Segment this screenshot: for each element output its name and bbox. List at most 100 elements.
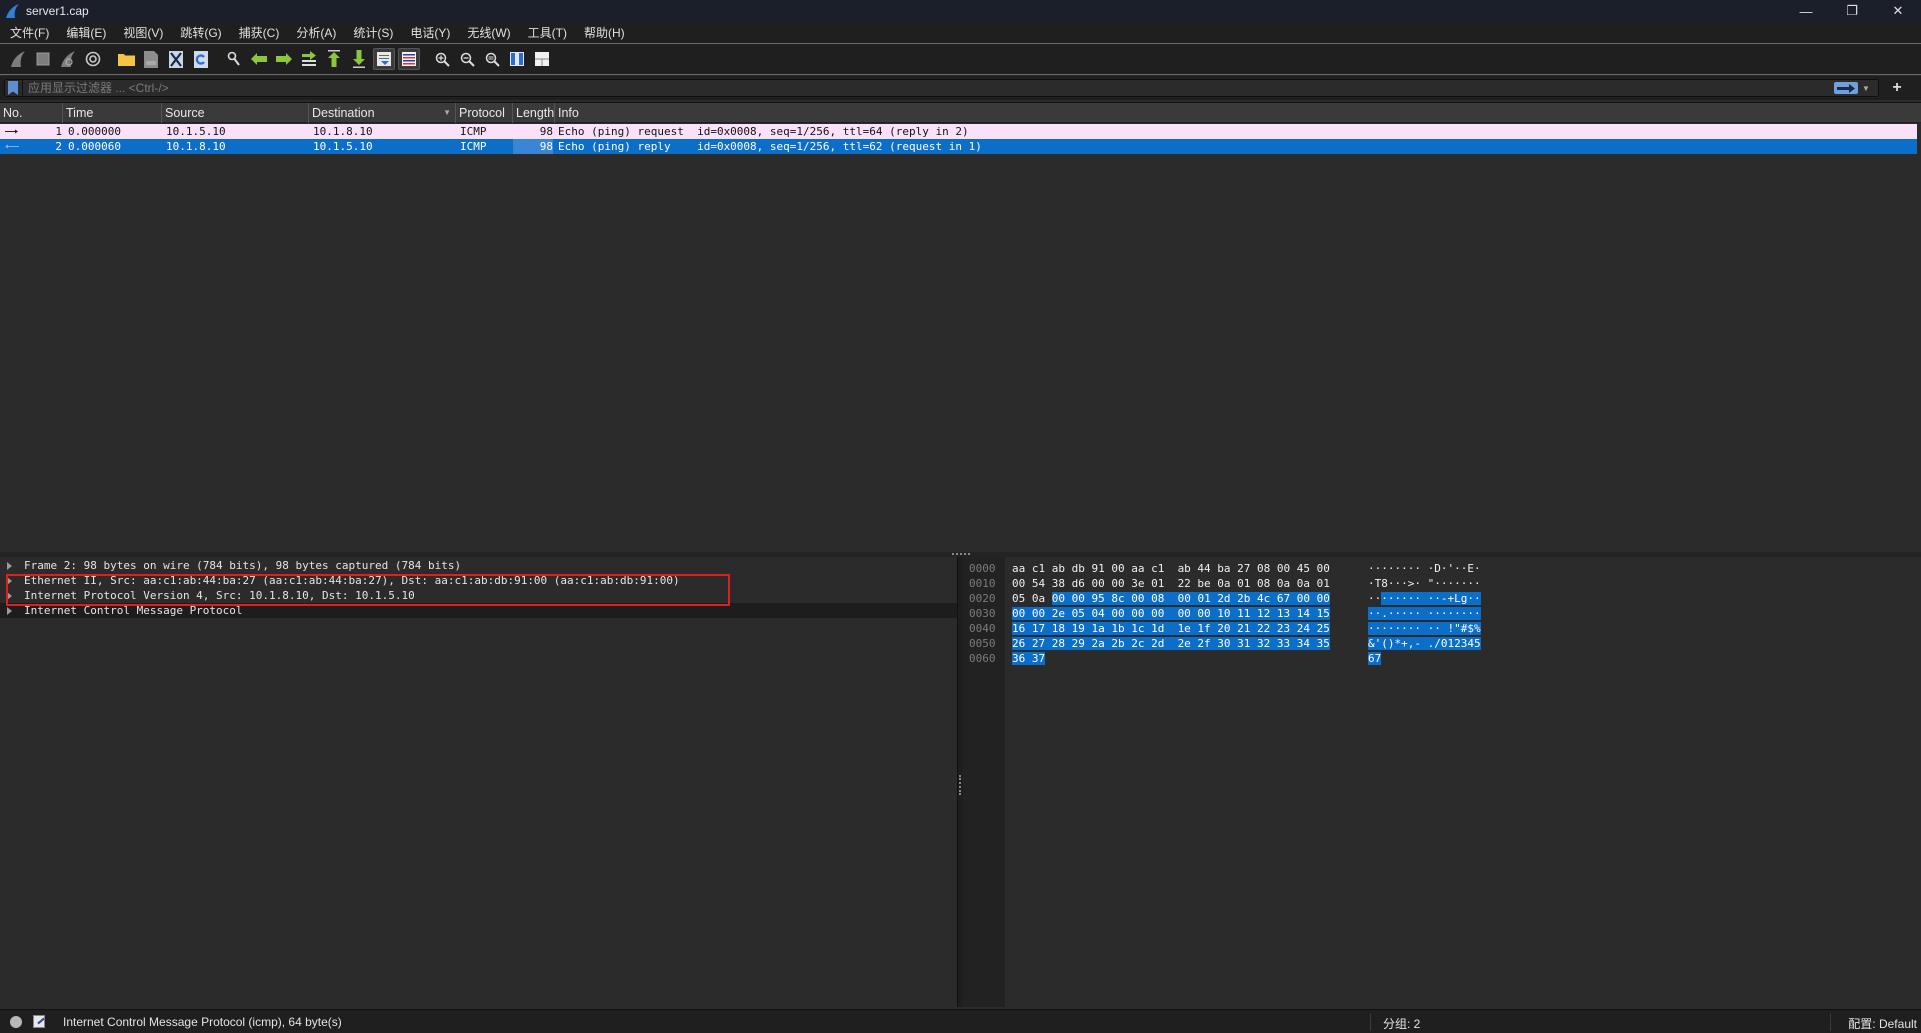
- request-direction-icon: [4, 124, 24, 139]
- hex-line[interactable]: 36 37: [1012, 651, 1046, 666]
- column-header-no[interactable]: No.: [0, 103, 63, 123]
- packet-info: Echo (ping) request id=0x0008, seq=1/256…: [558, 125, 969, 138]
- ascii-line[interactable]: ··.····· ········: [1368, 606, 1481, 621]
- byte-offset: 0060: [969, 652, 996, 665]
- hex-line[interactable]: 00 54 38 d6 00 00 3e 01 22 be 0a 01 08 0…: [1012, 576, 1330, 591]
- hex-bytes-highlighted: 26 27 28 29 2a 2b 2c 2d 2e 2f 30 31 32 3…: [1012, 637, 1330, 650]
- close-icon: ✕: [1892, 3, 1904, 18]
- capture-comment-icon[interactable]: [33, 1015, 45, 1028]
- reload-file-button[interactable]: [190, 48, 212, 70]
- stop-capture-button[interactable]: [32, 48, 54, 70]
- menu-telephony[interactable]: 电话(Y): [404, 24, 456, 41]
- title-bar: server1.cap — ❐ ✕: [0, 0, 1921, 22]
- zoom-normal-button[interactable]: [481, 48, 503, 70]
- menu-capture[interactable]: 捕获(C): [233, 24, 286, 41]
- hex-line[interactable]: aa c1 ab db 91 00 aa c1 ab 44 ba 27 08 0…: [1012, 561, 1330, 576]
- column-header-source[interactable]: Source: [162, 103, 309, 123]
- hex-line[interactable]: 26 27 28 29 2a 2b 2c 2d 2e 2f 30 31 32 3…: [1012, 636, 1330, 651]
- ascii-line[interactable]: ·T8···>· "·······: [1368, 576, 1481, 591]
- ascii-line[interactable]: 67: [1368, 651, 1382, 666]
- filter-bookmark-icon[interactable]: [8, 81, 18, 95]
- ascii-bytes-highlighted: 67: [1368, 652, 1382, 665]
- minimize-button[interactable]: —: [1783, 0, 1829, 22]
- packet-no: 1: [55, 125, 62, 138]
- hex-bytes-highlighted: 00 00 2e 05 04 00 00 00 00 00 10 11 12 1…: [1012, 607, 1330, 620]
- column-header-length[interactable]: Length: [513, 103, 555, 123]
- save-file-button[interactable]: [140, 48, 162, 70]
- hex-line[interactable]: 00 00 2e 05 04 00 00 00 00 00 10 11 12 1…: [1012, 606, 1330, 621]
- status-bar: Internet Control Message Protocol (icmp)…: [0, 1009, 1921, 1033]
- column-header-info[interactable]: Info: [555, 103, 1917, 123]
- ascii-line[interactable]: ········ ··-+Lg··: [1368, 591, 1481, 606]
- highlight-annotation-box: [6, 574, 730, 606]
- ascii-line[interactable]: ········ ·D·'··E·: [1368, 561, 1481, 576]
- go-forward-icon: [276, 53, 292, 65]
- close-button[interactable]: ✕: [1875, 0, 1921, 22]
- expert-info-led-icon[interactable]: [10, 1016, 22, 1028]
- go-last-icon: [353, 50, 365, 68]
- open-file-button[interactable]: [115, 48, 137, 70]
- menu-go[interactable]: 跳转(G): [174, 24, 227, 41]
- menu-statistics[interactable]: 统计(S): [347, 24, 399, 41]
- zoom-in-button[interactable]: [431, 48, 453, 70]
- ascii-line[interactable]: ········ ·· !"#$%: [1368, 621, 1481, 636]
- menu-file[interactable]: 文件(F): [4, 24, 55, 41]
- go-back-icon: [251, 53, 267, 65]
- hex-line[interactable]: 16 17 18 19 1a 1b 1c 1d 1e 1f 20 21 22 2…: [1012, 621, 1330, 636]
- filter-history-dropdown-icon[interactable]: ▼: [1862, 84, 1872, 93]
- hex-bytes: aa c1 ab db 91 00 aa c1 ab 44 ba 27 08 0…: [1012, 562, 1330, 575]
- find-packet-button[interactable]: [223, 48, 245, 70]
- restore-button[interactable]: ❐: [1829, 0, 1875, 22]
- autoscroll-icon: [377, 52, 391, 66]
- find-packet-icon: [227, 51, 240, 66]
- menu-edit[interactable]: 编辑(E): [60, 24, 112, 41]
- menu-tools[interactable]: 工具(T): [522, 24, 573, 41]
- menu-analyze[interactable]: 分析(A): [290, 24, 342, 41]
- display-filter-input[interactable]: [28, 81, 1834, 95]
- column-header-protocol[interactable]: Protocol: [456, 103, 513, 123]
- resize-columns-button[interactable]: [506, 48, 528, 70]
- capture-options-button[interactable]: [82, 48, 104, 70]
- status-packet-count: 分组: 2: [1383, 1017, 1421, 1031]
- packet-row-selected[interactable]: 2 0.000060 10.1.8.10 10.1.5.10 ICMP 98 E…: [0, 139, 1917, 154]
- byte-offset: 0040: [969, 622, 996, 635]
- colorize-button[interactable]: [398, 48, 420, 70]
- go-forward-button[interactable]: [273, 48, 295, 70]
- close-file-button[interactable]: [165, 48, 187, 70]
- hex-line[interactable]: 05 0a 00 00 95 8c 00 08 00 01 2d 2b 4c 6…: [1012, 591, 1330, 606]
- byte-offset: 0030: [969, 607, 996, 620]
- expand-arrow-icon[interactable]: [7, 562, 12, 570]
- autoscroll-button[interactable]: [373, 48, 395, 70]
- layout-button[interactable]: [531, 48, 553, 70]
- zoom-out-icon: [460, 52, 475, 67]
- arrow-right-icon: [1837, 83, 1855, 93]
- status-profile[interactable]: 配置: Default: [1848, 1015, 1917, 1032]
- restart-capture-button[interactable]: [57, 48, 79, 70]
- zoom-out-button[interactable]: [456, 48, 478, 70]
- packet-length: 98: [513, 139, 553, 154]
- ascii-line[interactable]: &'()*+,- ./012345: [1368, 636, 1481, 651]
- byte-offset: 0020: [969, 592, 996, 605]
- packet-no: 2: [55, 140, 62, 153]
- column-header-time[interactable]: Time: [63, 103, 162, 123]
- go-last-button[interactable]: [348, 48, 370, 70]
- go-to-packet-button[interactable]: [298, 48, 320, 70]
- display-filter-bar: ▼ +: [0, 76, 1921, 100]
- close-file-icon: [169, 50, 183, 68]
- menu-view[interactable]: 视图(V): [117, 24, 169, 41]
- packet-source: 10.1.8.10: [166, 140, 226, 153]
- start-capture-button[interactable]: [7, 48, 29, 70]
- go-first-button[interactable]: [323, 48, 345, 70]
- menu-help[interactable]: 帮助(H): [578, 24, 631, 41]
- packet-protocol: ICMP: [460, 140, 487, 153]
- layout-icon: [535, 52, 549, 66]
- add-filter-button[interactable]: +: [1888, 79, 1906, 97]
- column-header-destination[interactable]: Destination ▼: [309, 103, 456, 123]
- go-back-button[interactable]: [248, 48, 270, 70]
- apply-filter-button[interactable]: [1834, 82, 1858, 94]
- menu-wireless[interactable]: 无线(W): [461, 24, 516, 41]
- ascii-bytes: ·T8···>· "·······: [1368, 577, 1481, 590]
- packet-row[interactable]: 1 0.000000 10.1.5.10 10.1.8.10 ICMP 98 E…: [0, 124, 1917, 139]
- expand-arrow-icon[interactable]: [7, 607, 12, 615]
- open-file-icon: [117, 54, 135, 66]
